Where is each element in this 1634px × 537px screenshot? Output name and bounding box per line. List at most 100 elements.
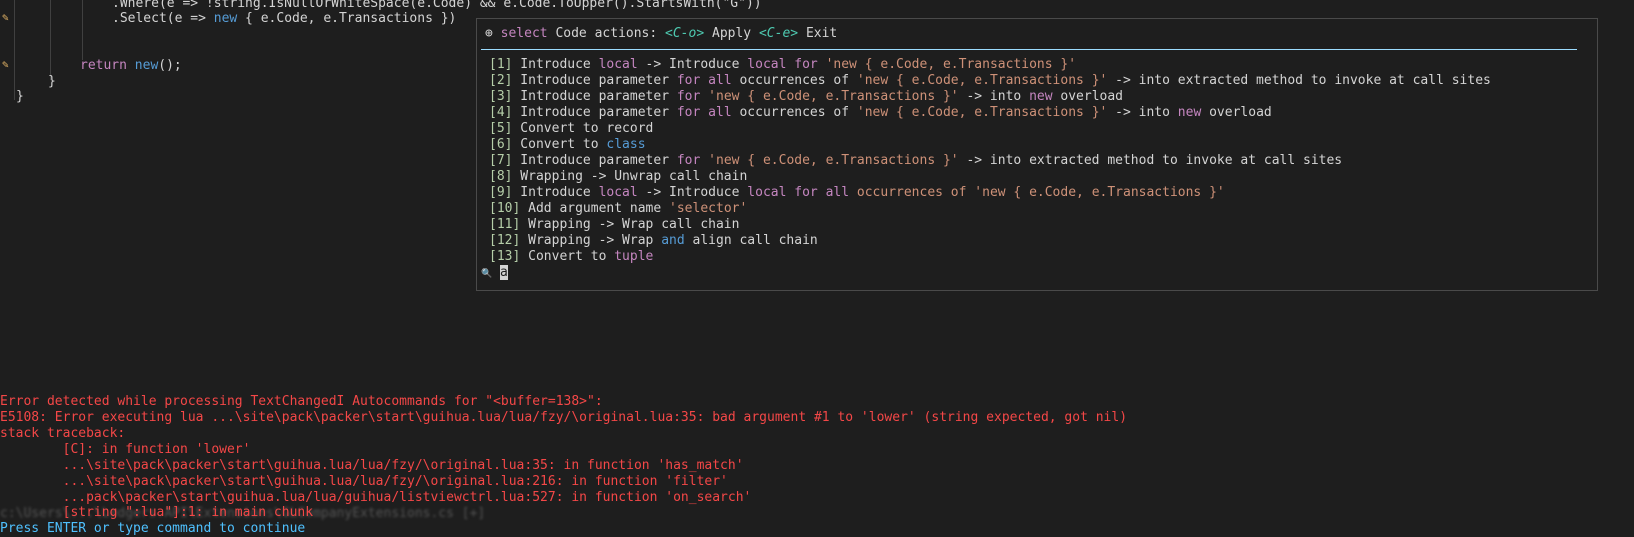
item-keyword: for (794, 57, 818, 72)
popup-separator (481, 49, 1577, 50)
item-text: -> Introduce (637, 185, 748, 200)
item-keyword: and (661, 233, 685, 248)
indent-guide (82, 0, 83, 60)
item-keyword: local (747, 185, 787, 200)
code-action-item-1[interactable]: [1] Introduce local -> Introduce local f… (489, 57, 1076, 73)
item-keyword: all (708, 105, 732, 120)
item-keyword: all (825, 185, 850, 200)
item-keyword: new (1029, 89, 1053, 104)
item-number: [4] (489, 105, 513, 120)
title-label: Code actions: (555, 26, 658, 41)
item-text: Add argument name (520, 201, 670, 216)
item-keyword: class (606, 137, 646, 152)
item-text: -> into extracted method to invoke at ca… (1107, 73, 1491, 88)
apply-key-hint: <C-o> (665, 26, 705, 41)
item-text: Introduce (512, 185, 599, 200)
item-keyword: for (676, 153, 701, 168)
item-text: Convert to (520, 249, 615, 264)
code-token-keyword: new (134, 58, 159, 73)
item-string: 'new { e.Code, e.Transactions }' (856, 105, 1108, 120)
item-text (818, 185, 826, 200)
code-action-item-5[interactable]: [5] Convert to record (489, 121, 653, 137)
error-line: stack traceback: (0, 426, 126, 441)
item-text: overload (1201, 105, 1272, 120)
error-line: ...\site\pack\packer\start\guihua.lua/lu… (0, 474, 728, 489)
item-text (818, 57, 826, 72)
item-text: overload (1052, 89, 1124, 104)
code-action-item-8[interactable]: [8] Wrapping -> Unwrap call chain (489, 169, 747, 185)
item-number: [9] (489, 185, 513, 200)
item-keyword: local (598, 57, 638, 72)
diagnostic-pencil-icon: ✎ (2, 11, 9, 24)
item-number: [1] (489, 57, 513, 72)
item-number: [13] (489, 249, 521, 264)
item-text: Introduce parameter (512, 105, 677, 120)
error-line: ...pack\packer\start\guihua.lua/lua/guih… (0, 490, 752, 505)
code-actions-search[interactable]: 🔍 a (481, 265, 508, 281)
item-keyword: new (1177, 105, 1202, 120)
item-text: align call chain (684, 233, 818, 248)
code-token-keyword: new (213, 11, 238, 26)
code-line-select: .Select(e => new { e.Code, e.Transaction… (112, 11, 456, 27)
diagnostic-pencil-icon: ✎ (2, 58, 9, 71)
item-number: [6] (489, 137, 513, 152)
apply-label: Apply (712, 26, 752, 41)
code-token-keyword: return (80, 58, 127, 73)
code-action-item-10[interactable]: [10] Add argument name 'selector' (489, 201, 747, 217)
indent-guide (14, 0, 15, 100)
item-number: [11] (489, 217, 521, 232)
item-text: Wrapping -> Unwrap call chain (512, 169, 748, 184)
code-action-item-13[interactable]: [13] Convert to tuple (489, 249, 653, 265)
code-action-item-3[interactable]: [3] Introduce parameter for 'new { e.Cod… (489, 89, 1123, 105)
item-keyword: for (676, 105, 701, 120)
search-icon: 🔍 (481, 269, 493, 279)
item-number: [7] (489, 153, 513, 168)
item-string: 'new { e.Code, e.Transactions }' (708, 89, 959, 104)
item-text (700, 153, 708, 168)
code-line-return: return new(); (80, 58, 182, 74)
item-keyword: for (794, 185, 818, 200)
search-input[interactable]: a (500, 265, 508, 280)
exit-label: Exit (805, 26, 838, 41)
item-string: 'selector' (669, 201, 748, 216)
error-line: E5108: Error executing lua ...\site\pack… (0, 410, 1128, 425)
code-action-item-9[interactable]: [9] Introduce local -> Introduce local f… (489, 185, 1225, 201)
item-text: Introduce parameter (512, 73, 677, 88)
item-text: -> into (1107, 105, 1178, 120)
item-text: Introduce (512, 57, 599, 72)
error-line: [C]: in function 'lower' (0, 442, 251, 457)
item-text (700, 105, 708, 120)
item-keyword: for (676, 73, 701, 88)
code-actions-popup[interactable]: ⊕ select Code actions: <C-o> Apply <C-e>… (476, 18, 1598, 291)
code-token: (); (158, 58, 182, 73)
code-action-item-2[interactable]: [2] Introduce parameter for all occurren… (489, 73, 1491, 89)
error-line: [string ":lua"]:1: in main chunk (0, 505, 314, 520)
item-text (700, 89, 708, 104)
item-number: [12] (489, 233, 521, 248)
code-action-item-7[interactable]: [7] Introduce parameter for 'new { e.Cod… (489, 153, 1342, 169)
item-text: -> Introduce (637, 57, 748, 72)
code-token: { e.Code, e.Transactions }) (237, 11, 457, 26)
item-string: 'new { e.Code, e.Transactions }' (708, 153, 959, 168)
item-number: [10] (489, 201, 521, 216)
item-text: Introduce parameter (512, 153, 677, 168)
code-action-item-11[interactable]: [11] Wrapping -> Wrap call chain (489, 217, 739, 233)
item-string: 'new { e.Code, e.Transactions }' (856, 73, 1108, 88)
item-string: 'new { e.Code, e.Transactions }' (825, 57, 1077, 72)
item-text: -> into extracted method to invoke at ca… (958, 153, 1343, 168)
item-text: Convert to (512, 137, 607, 152)
item-text: occurrences of (731, 105, 857, 120)
continue-prompt[interactable]: Press ENTER or type command to continue (0, 521, 305, 537)
item-text: Convert to record (512, 121, 654, 136)
code-action-item-12[interactable]: [12] Wrapping -> Wrap and align call cha… (489, 233, 818, 249)
item-text: Wrapping -> Wrap call chain (520, 217, 740, 232)
item-number: [5] (489, 121, 513, 136)
lightbulb-icon: ⊕ (485, 26, 493, 41)
error-line: Error detected while processing TextChan… (0, 394, 603, 409)
code-action-item-4[interactable]: [4] Introduce parameter for all occurren… (489, 105, 1272, 121)
exit-key-hint: <C-e> (758, 26, 799, 41)
error-line: ...\site\pack\packer\start\guihua.lua/lu… (0, 458, 744, 473)
code-action-item-6[interactable]: [6] Convert to class (489, 137, 646, 153)
item-keyword: local (598, 185, 638, 200)
item-text: occurrences of (731, 73, 857, 88)
